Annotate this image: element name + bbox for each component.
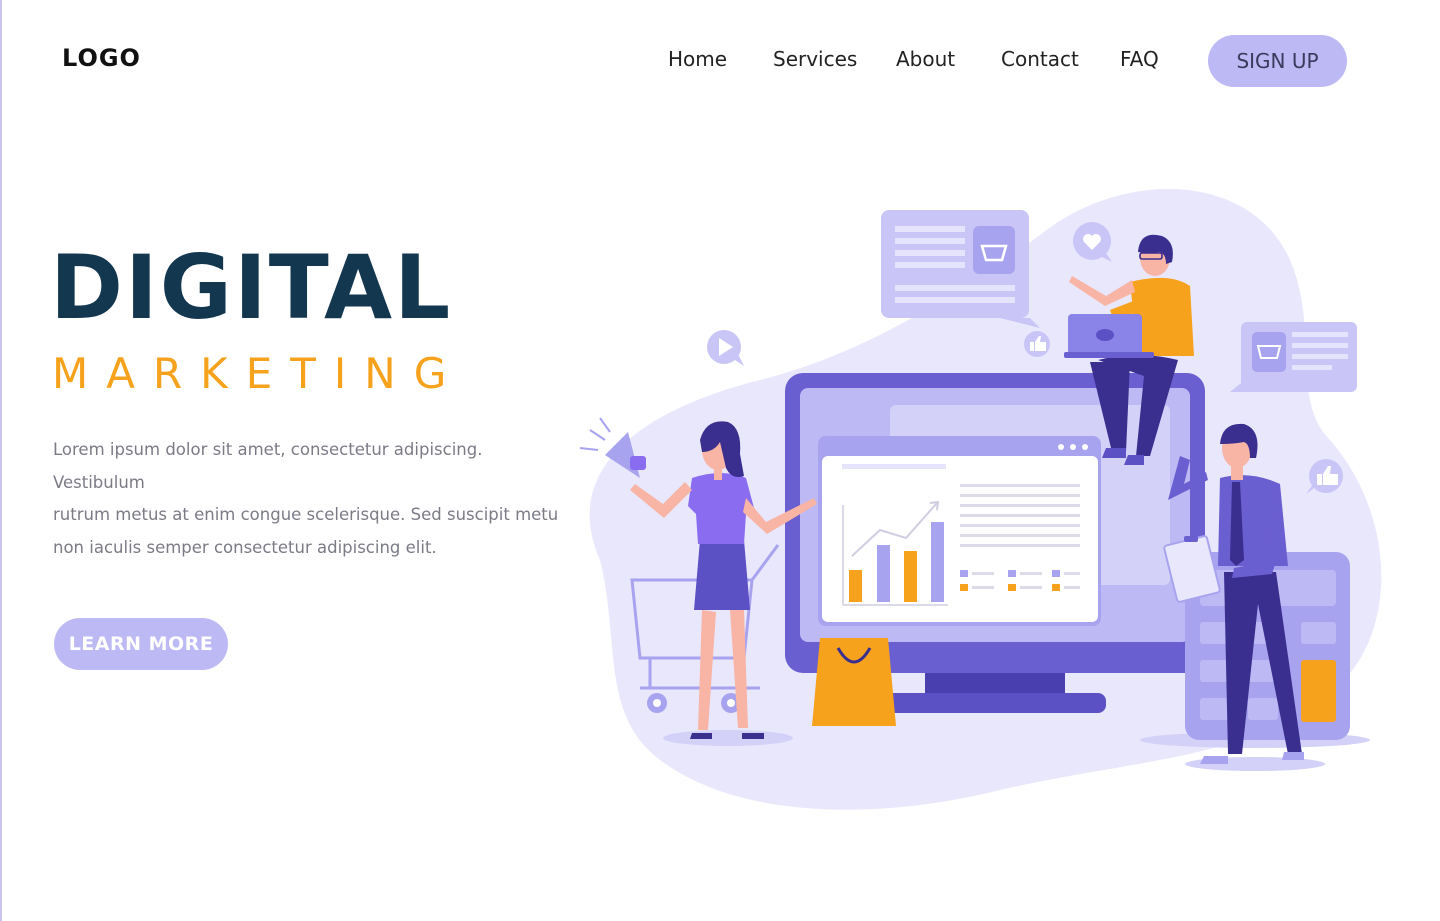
cart-card-top <box>881 210 1040 328</box>
nav-about[interactable]: About <box>896 47 955 71</box>
learn-more-button[interactable]: LEARN MORE <box>54 618 228 670</box>
hero-description-line: non iaculis semper consectetur adipiscin… <box>53 537 437 557</box>
cart-card-right <box>1230 322 1357 392</box>
analytics-card <box>818 436 1101 626</box>
thumbs-up-icon <box>1024 331 1050 357</box>
hero-description-line: rutrum metus at enim congue scelerisque.… <box>53 505 559 524</box>
shopping-bag-icon <box>812 638 896 726</box>
signup-button[interactable]: SIGN UP <box>1208 35 1347 87</box>
page-edge <box>0 0 2 921</box>
hero-description-line: Lorem ipsum dolor sit amet, consectetur … <box>53 440 483 492</box>
nav-contact[interactable]: Contact <box>1001 47 1079 71</box>
nav-home[interactable]: Home <box>668 47 727 71</box>
hero-subtitle: MARKETING <box>52 349 465 398</box>
cart-icon <box>973 226 1015 274</box>
hero-title: DIGITAL <box>50 236 453 339</box>
cart-icon <box>1252 332 1286 372</box>
nav-services[interactable]: Services <box>773 47 857 71</box>
laptop-icon <box>1064 352 1154 358</box>
hero-illustration <box>579 188 1382 810</box>
nav-faq[interactable]: FAQ <box>1120 47 1159 71</box>
play-icon <box>707 330 744 366</box>
hero-description: Lorem ipsum dolor sit amet, consectetur … <box>53 434 573 564</box>
